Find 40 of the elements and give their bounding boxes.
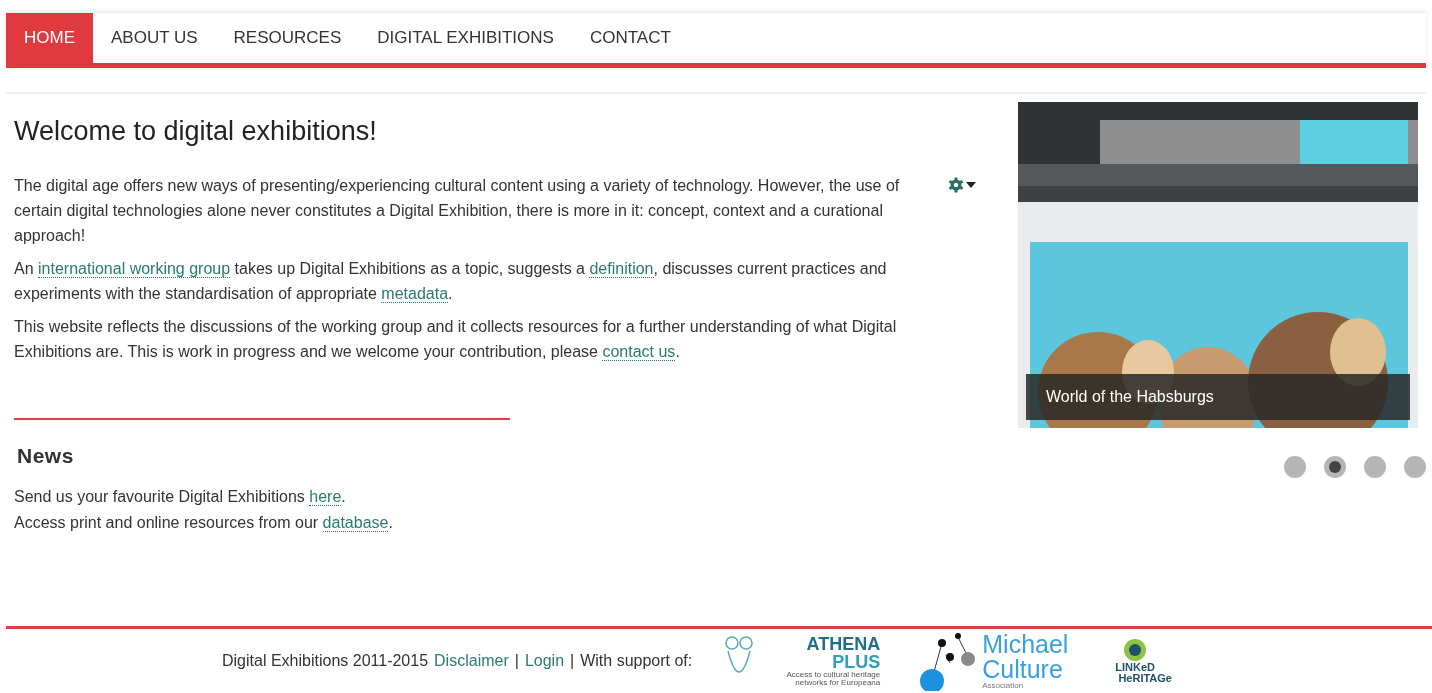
logo-text: Michael — [982, 632, 1069, 657]
support-text: With support of: — [580, 652, 693, 670]
slide-caption: World of the Habsburgs — [1026, 374, 1410, 420]
text-link[interactable]: definition — [589, 260, 654, 278]
paragraph: The digital age offers new ways of presenting/experiencing cultural content using a variety of technology. However, the use of certain digital technologies alone never constitutes a Digital Exhibition, there is more in it: concept, context and a curational approach! — [14, 176, 901, 246]
separator: | — [570, 652, 575, 670]
slide-image[interactable]: World of the Habsburgs — [1018, 102, 1418, 428]
paragraph: This website reflects the discussions of the working group and it collects resources for a further understanding of what Digital Exhibitions are. This is work in progress and we welcome your contribution, please contact us. — [14, 317, 898, 363]
logo-text: Culture — [982, 657, 1063, 682]
section-heading: News — [17, 444, 75, 468]
nav-tab[interactable]: RESOURCES — [215, 13, 360, 63]
settings-dropdown[interactable] — [948, 177, 976, 193]
news-line: Access print and online resources from our database. — [14, 513, 394, 534]
text-link[interactable]: contact us — [602, 343, 676, 361]
nav-tab[interactable]: HOME — [6, 13, 93, 63]
logo-text: ATHENA — [806, 635, 881, 653]
nav-tab[interactable]: CONTACT — [571, 13, 689, 63]
text-link[interactable]: international working group — [38, 260, 231, 278]
logo-text: PLUS — [832, 653, 881, 671]
text-link[interactable]: database — [322, 514, 389, 532]
slide-dot[interactable] — [1324, 456, 1346, 478]
nav-tab[interactable]: DIGITAL EXHIBITIONS — [359, 13, 572, 63]
footer-link[interactable]: Disclaimer — [434, 652, 509, 670]
logo-tagline: Access to cultural heritage networks for Europeana — [785, 671, 881, 687]
separator: | — [514, 652, 519, 670]
gear-icon — [948, 177, 964, 193]
logo-text: HeRITAGe — [1118, 673, 1172, 684]
nav-tab[interactable]: ABOUT US — [93, 13, 216, 63]
page-heading: Welcome to digital exhibitions! — [14, 116, 378, 147]
slide-dot[interactable] — [1364, 456, 1386, 478]
text-link[interactable]: here — [309, 488, 342, 506]
caret-icon — [966, 182, 976, 188]
logo-text: LINKeD — [1115, 662, 1156, 673]
slide-dot[interactable] — [1284, 456, 1306, 478]
slide-dot[interactable] — [1404, 456, 1426, 478]
news-line: Send us your favourite Digital Exhibitions here. — [14, 487, 347, 508]
logo-tagline: Association — [982, 682, 1024, 690]
copyright-text: Digital Exhibitions 2011-2015 — [222, 652, 429, 670]
paragraph: An international working group takes up Digital Exhibitions as a topic, suggests a definition, discusses current practices and experiments with the standardisation of appropriate metadata. — [14, 259, 888, 305]
footer-link[interactable]: Login — [524, 652, 565, 670]
